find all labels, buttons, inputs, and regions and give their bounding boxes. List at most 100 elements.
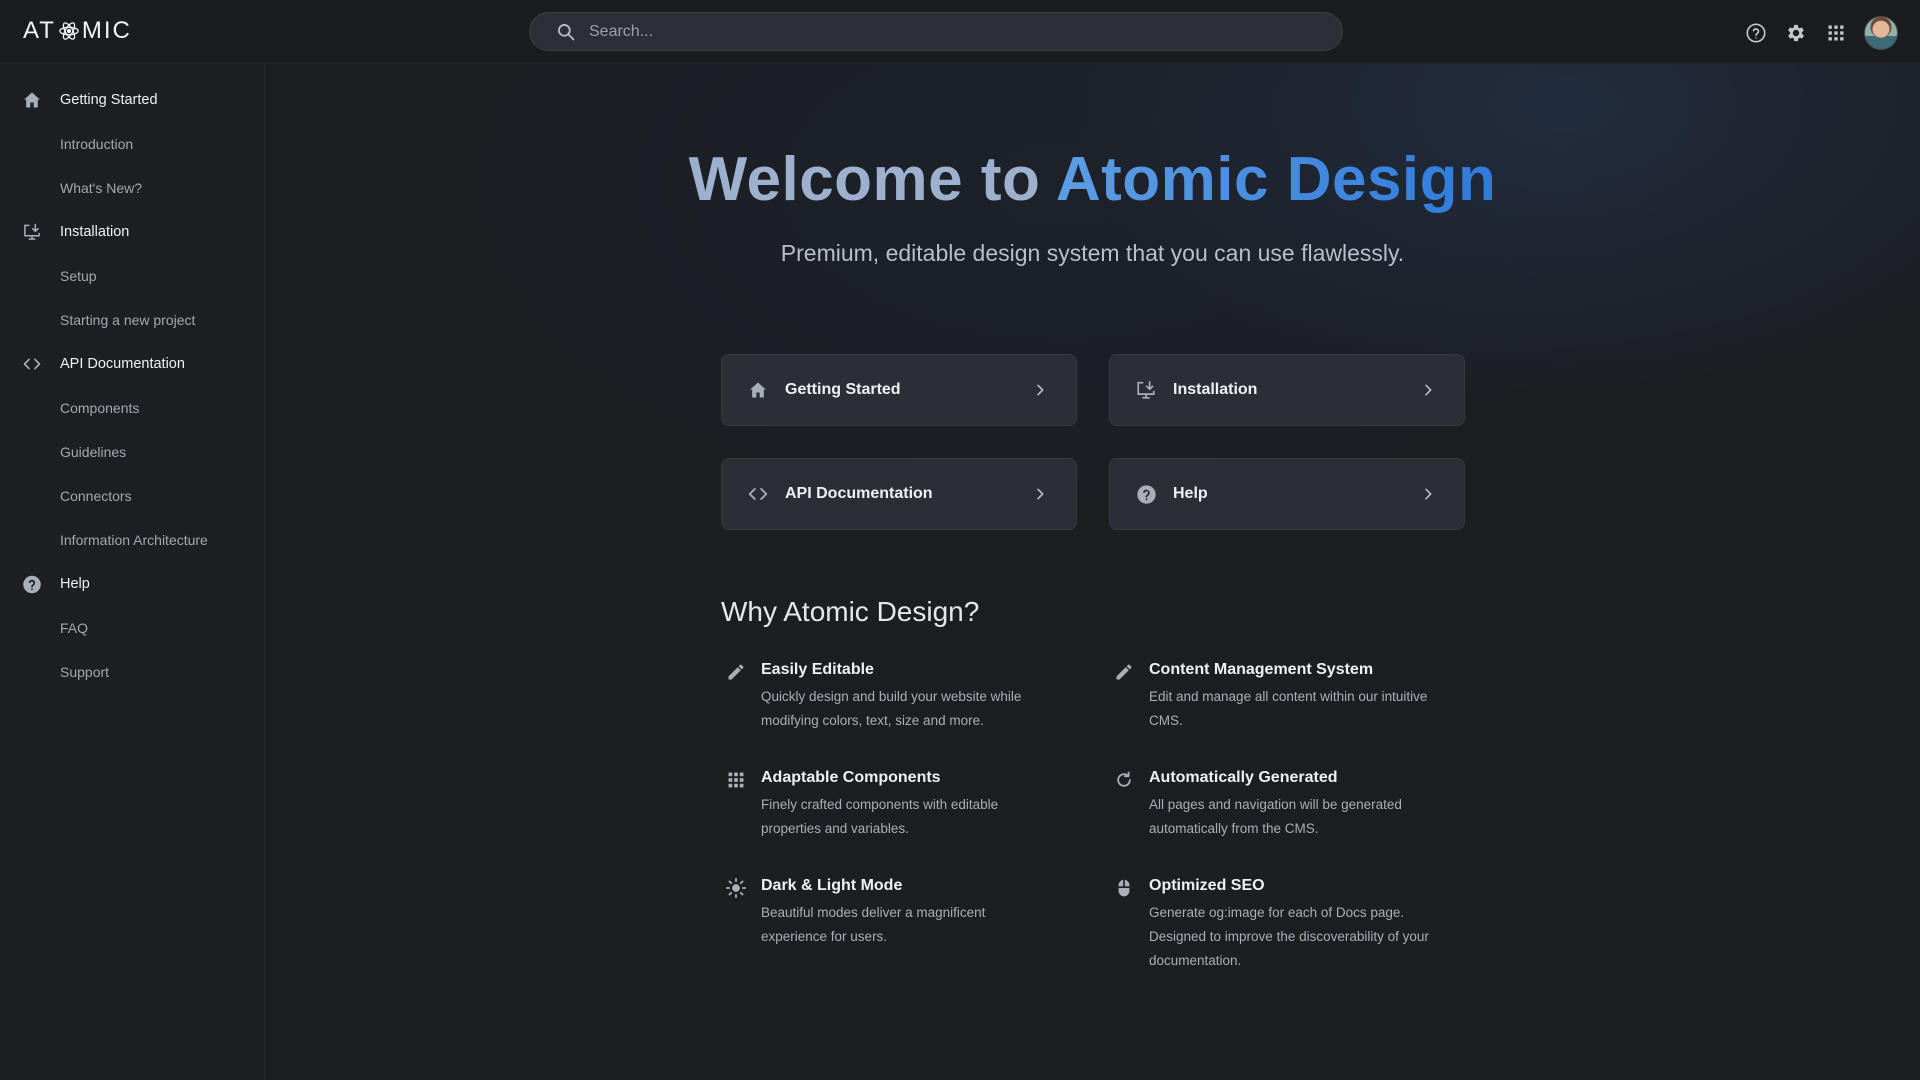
sidebar-item-label: Help [60, 576, 90, 592]
feature-dark-light-mode: Dark & Light Mode Beautiful modes delive… [725, 875, 1065, 949]
feature-description-line: properties and variables. [761, 821, 909, 836]
why-section-title: Why Atomic Design? [721, 596, 980, 627]
sidebar-group-help: Help FAQ Support [0, 562, 264, 694]
card-getting-started[interactable]: Getting Started [721, 354, 1077, 426]
sidebar-item-label: Getting Started [60, 92, 158, 108]
chevron-right-icon [1037, 384, 1044, 396]
sidebar-item-connectors[interactable]: Connectors [0, 474, 264, 518]
feature-description-line: documentation. [1149, 953, 1242, 968]
chevron-right-icon [1037, 488, 1044, 500]
feature-title: Dark & Light Mode [761, 877, 903, 894]
help-icon [1135, 483, 1157, 505]
sidebar-item-help[interactable]: Help [0, 562, 264, 606]
feature-content-management: Content Management System Edit and manag… [1113, 659, 1473, 733]
feature-description: Edit and manage all content within our i… [1149, 685, 1473, 733]
help-circle-icon [1746, 23, 1766, 43]
search-icon [558, 23, 575, 40]
feature-description-line: modifying colors, text, size and more. [761, 713, 984, 728]
feature-adaptable-components: Adaptable Components Finely crafted comp… [725, 767, 1065, 841]
sun-icon [725, 877, 747, 899]
feature-description: Beautiful modes deliver a magnificent ex… [761, 901, 1065, 949]
chevron-right-icon [1425, 488, 1432, 500]
settings-button[interactable] [1784, 21, 1808, 45]
feature-optimized-seo: Optimized SEO Generate og:image for each… [1113, 875, 1473, 973]
logo-text-left: AT [23, 17, 56, 44]
feature-description-line: Beautiful modes deliver a magnificent [761, 905, 986, 920]
sidebar-item-introduction[interactable]: Introduction [0, 122, 264, 166]
feature-description-line: experience for users. [761, 929, 888, 944]
feature-automatically-generated: Automatically Generated All pages and na… [1113, 767, 1473, 841]
atom-icon [59, 22, 79, 40]
card-api-documentation[interactable]: API Documentation [721, 458, 1077, 530]
card-installation[interactable]: Installation [1109, 354, 1465, 426]
code-icon [747, 483, 769, 505]
card-label: Installation [1173, 381, 1258, 398]
sidebar-item-api-documentation[interactable]: API Documentation [0, 342, 264, 386]
feature-title: Content Management System [1149, 661, 1374, 678]
install-icon [1135, 379, 1157, 401]
card-label: Getting Started [785, 381, 901, 398]
sidebar-item-new-project[interactable]: Starting a new project [0, 298, 264, 342]
sidebar-group-installation: Installation Setup Starting a new projec… [0, 210, 264, 342]
hero-title-part2: Atomic Design [1055, 145, 1497, 214]
card-help[interactable]: Help [1109, 458, 1465, 530]
sidebar-group-getting-started: Getting Started Introduction What's New? [0, 78, 264, 210]
sidebar-item-whats-new[interactable]: What's New? [0, 166, 264, 210]
apps-grid-icon [1828, 25, 1844, 41]
sidebar-item-installation[interactable]: Installation [0, 210, 264, 254]
feature-description-line: CMS. [1149, 713, 1183, 728]
help-button[interactable] [1744, 21, 1768, 45]
feature-description: Generate og:image for each of Docs page.… [1149, 901, 1473, 973]
sidebar-item-components[interactable]: Components [0, 386, 264, 430]
help-icon [22, 574, 42, 594]
search-bar[interactable] [529, 12, 1343, 51]
apps-button[interactable] [1824, 21, 1848, 45]
sidebar-item-information-architecture[interactable]: Information Architecture [0, 518, 264, 562]
sidebar-item-setup[interactable]: Setup [0, 254, 264, 298]
feature-description-line: Finely crafted components with editable [761, 797, 999, 812]
code-icon [22, 354, 42, 374]
feature-description-line: Designed to improve the discoverability … [1149, 929, 1429, 944]
feature-description: Quickly design and build your website wh… [761, 685, 1065, 733]
sidebar-nav: Getting Started Introduction What's New?… [0, 64, 265, 1080]
feature-description-line: Generate og:image for each of Docs page. [1149, 905, 1405, 920]
sidebar-item-getting-started[interactable]: Getting Started [0, 78, 264, 122]
mouse-icon [1113, 877, 1135, 899]
hero-title-part1: Welcome to [688, 145, 1041, 214]
search-input[interactable] [587, 21, 1291, 42]
feature-description: All pages and navigation will be generat… [1149, 793, 1473, 841]
feature-title: Optimized SEO [1149, 877, 1265, 894]
card-label: Help [1173, 485, 1208, 502]
card-label: API Documentation [785, 485, 933, 502]
pencil-icon [725, 661, 747, 683]
pencil-icon [1113, 661, 1135, 683]
feature-description-line: automatically from the CMS. [1149, 821, 1319, 836]
sidebar-group-api-documentation: API Documentation Components Guidelines … [0, 342, 264, 562]
sidebar-item-faq[interactable]: FAQ [0, 606, 264, 650]
feature-title: Adaptable Components [761, 769, 941, 786]
feature-description-line: Edit and manage all content within our i… [1149, 689, 1428, 704]
top-bar: AT MIC [0, 0, 1920, 64]
sidebar-item-guidelines[interactable]: Guidelines [0, 430, 264, 474]
logo-text-right: MIC [81, 17, 132, 44]
main-content: Welcome to Atomic Design Premium, editab… [265, 64, 1920, 1080]
feature-description-line: All pages and navigation will be generat… [1149, 797, 1402, 812]
feature-title: Easily Editable [761, 661, 874, 678]
sidebar-item-support[interactable]: Support [0, 650, 264, 694]
home-icon [747, 379, 769, 401]
user-avatar[interactable] [1864, 16, 1898, 50]
refresh-icon [1113, 769, 1135, 791]
sidebar-item-label: Installation [60, 224, 130, 240]
feature-easily-editable: Easily Editable Quickly design and build… [725, 659, 1065, 733]
sidebar-item-label: API Documentation [60, 356, 185, 372]
feature-description-line: Quickly design and build your website wh… [761, 689, 1022, 704]
feature-title: Automatically Generated [1149, 769, 1338, 786]
grid-icon [725, 769, 747, 791]
gear-icon [1788, 24, 1804, 42]
hero-subtitle: Premium, editable design system that you… [780, 240, 1405, 266]
home-icon [22, 90, 42, 110]
atomic-logo[interactable]: AT MIC [23, 16, 132, 46]
header-actions [1728, 16, 1898, 50]
install-icon [22, 222, 42, 242]
hero-title: Welcome to Atomic Design [265, 144, 1920, 215]
